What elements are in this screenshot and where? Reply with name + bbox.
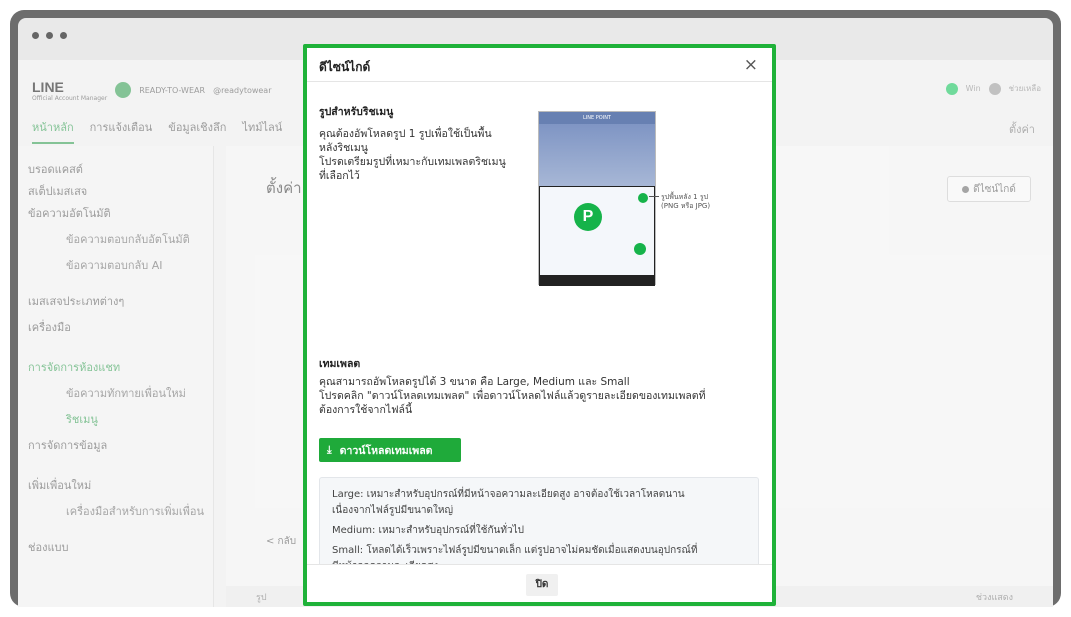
help-icon[interactable] (988, 82, 1001, 95)
arrow-icon (649, 196, 659, 197)
sidebar-item-other[interactable]: ช่องแบบ (28, 538, 69, 556)
sidebar-item-ai-reply[interactable]: ข้อความตอบกลับ AI (66, 256, 162, 274)
preview-footer (539, 276, 655, 286)
sidebar-item-data-management[interactable]: การจัดการข้อมูล (28, 436, 107, 454)
download-template-label: ดาวน์โหลดเทมเพลต (339, 444, 433, 457)
sidebar-item-auto-reply[interactable]: ข้อความตอบกลับอัตโนมัติ (66, 230, 190, 248)
tab-home[interactable]: หน้าหลัก (32, 118, 74, 144)
sidebar: บรอดแคสต์ สเต็ปเมสเสจ ข้อความอัตโนมัติ ข… (18, 146, 214, 607)
section-template-text-1: คุณสามารถอัพโหลดรูปได้ 3 ขนาด คือ Large,… (319, 376, 630, 388)
window-dot[interactable] (32, 32, 39, 39)
modal-body: รูปสำหรับริชเมนู คุณต้องอัพโหลดรูป 1 รูป… (307, 83, 772, 568)
coin-icon (638, 193, 648, 203)
section-rich-menu-text-4: ที่เลือกไว้ (319, 170, 360, 182)
section-template-text-2: โปรดคลิก "ดาวน์โหลดเทมเพลต" เพื่อดาวน์โห… (319, 390, 706, 402)
account-id: @readytowear (213, 85, 272, 95)
design-guide-modal: ดีไซน์ไกด์ × รูปสำหรับริชเมนู คุณต้องอัพ… (303, 44, 776, 606)
info-large-line-1: Large: เหมาะสำหรับอุปกรณ์ที่มีหน้าจอความ… (332, 489, 685, 500)
sidebar-item-rich-menu[interactable]: ริชเมนู (66, 410, 98, 428)
download-template-button[interactable]: ⤓ ดาวน์โหลดเทมเพลต (319, 438, 461, 462)
sidebar-item-chat-management[interactable]: การจัดการห้องแชท (28, 358, 120, 376)
page-title: ตั้งค่า (266, 179, 302, 197)
rich-menu-preview-image: LINE POINT P (538, 111, 656, 286)
sidebar-item-tools[interactable]: เครื่องมือ (28, 318, 71, 336)
help-link[interactable]: ช่วยเหลือ (1009, 82, 1041, 95)
info-medium: Medium: เหมาะสำหรับอุปกรณ์ที่ใช้กันทั่วไ… (332, 525, 524, 536)
modal-title: ดีไซน์ไกด์ (319, 60, 371, 74)
account-avatar[interactable] (115, 82, 132, 98)
window-dot[interactable] (60, 32, 67, 39)
user-name[interactable]: Win (966, 84, 981, 93)
window-dot[interactable] (46, 32, 53, 39)
section-rich-menu-text-1: คุณต้องอัพโหลดรูป 1 รูปเพื่อใช้เป็นพื้น (319, 128, 492, 140)
size-info-box: Large: เหมาะสำหรับอุปกรณ์ที่มีหน้าจอความ… (319, 477, 759, 568)
sidebar-item-auto-message[interactable]: ข้อความอัตโนมัติ (28, 204, 111, 222)
info-icon (962, 185, 970, 193)
sidebar-item-friend-tools[interactable]: เครื่องมือสำหรับการเพิ่มเพื่อน (66, 502, 204, 520)
sidebar-item-add-friends[interactable]: เพิ่มเพื่อนใหม่ (28, 476, 91, 494)
tab-timeline[interactable]: ไทม์ไลน์ (242, 118, 282, 144)
download-icon: ⤓ (327, 443, 332, 456)
tab-notifications[interactable]: การแจ้งเตือน (90, 118, 153, 144)
preview-chat-area (539, 124, 655, 186)
close-button[interactable]: ปิด (526, 574, 558, 596)
sidebar-item-broadcast[interactable]: บรอดแคสต์ (28, 160, 83, 178)
line-point-coin-icon: P (574, 203, 602, 231)
section-template-title: เทมเพลต (319, 358, 361, 370)
preview-header: LINE POINT (539, 112, 655, 124)
info-large-line-2: เนื่องจากไฟล์รูปมีขนาดใหญ่ (332, 505, 453, 516)
section-rich-menu-text-2: หลังริชเมนู (319, 142, 368, 154)
settings-link[interactable]: ตั้งค่า (1009, 120, 1035, 138)
user-avatar[interactable] (945, 82, 958, 95)
column-period: ช่วงแสดง (975, 593, 1013, 603)
section-rich-menu-title: รูปสำหรับริชเมนู (319, 106, 394, 118)
header-right: Win ช่วยเหลือ (945, 82, 1041, 95)
main-tabs: หน้าหลัก การแจ้งเตือน ข้อมูลเชิงลึก ไทม์… (32, 118, 282, 144)
tab-insights[interactable]: ข้อมูลเชิงลึก (168, 118, 226, 144)
coin-icon (634, 243, 646, 255)
section-rich-menu-text-3: โปรดเตรียมรูปที่เหมาะกับเทมเพลตริชเมนู (319, 156, 506, 168)
section-template-text-3: ต้องการใช้จากไฟล์นี้ (319, 404, 413, 416)
logo-subtitle: Official Account Manager (32, 94, 108, 102)
account-name[interactable]: READY-TO-WEAR (139, 86, 205, 95)
line-logo: LINE (32, 78, 64, 95)
column-image: รูป (256, 593, 267, 603)
design-guide-label: ดีไซน์ไกด์ (973, 183, 1016, 195)
sidebar-item-greeting[interactable]: ข้อความทักทายเพื่อนใหม่ (66, 384, 186, 402)
preview-rich-menu: P (539, 186, 655, 276)
modal-header: ดีไซน์ไกด์ × (307, 48, 772, 82)
sidebar-item-step-message[interactable]: สเต็ปเมสเสจ (28, 182, 87, 200)
sidebar-item-message-types[interactable]: เมสเสจประเภทต่างๆ (28, 292, 124, 310)
preview-note-line-1: รูปพื้นหลัง 1 รูป (661, 193, 709, 201)
close-icon[interactable]: × (744, 55, 758, 75)
window-controls (32, 32, 67, 39)
modal-footer: ปิด (307, 564, 772, 602)
preview-note: รูปพื้นหลัง 1 รูป (PNG หรือ JPG) (661, 193, 710, 211)
design-guide-button[interactable]: ดีไซน์ไกด์ (947, 176, 1031, 202)
preview-note-line-2: (PNG หรือ JPG) (661, 202, 711, 210)
back-link[interactable]: < กลับ (266, 534, 296, 549)
info-small-line-1: Small: โหลดได้เร็วเพราะไฟล์รูปมีขนาดเล็ก… (332, 545, 698, 556)
